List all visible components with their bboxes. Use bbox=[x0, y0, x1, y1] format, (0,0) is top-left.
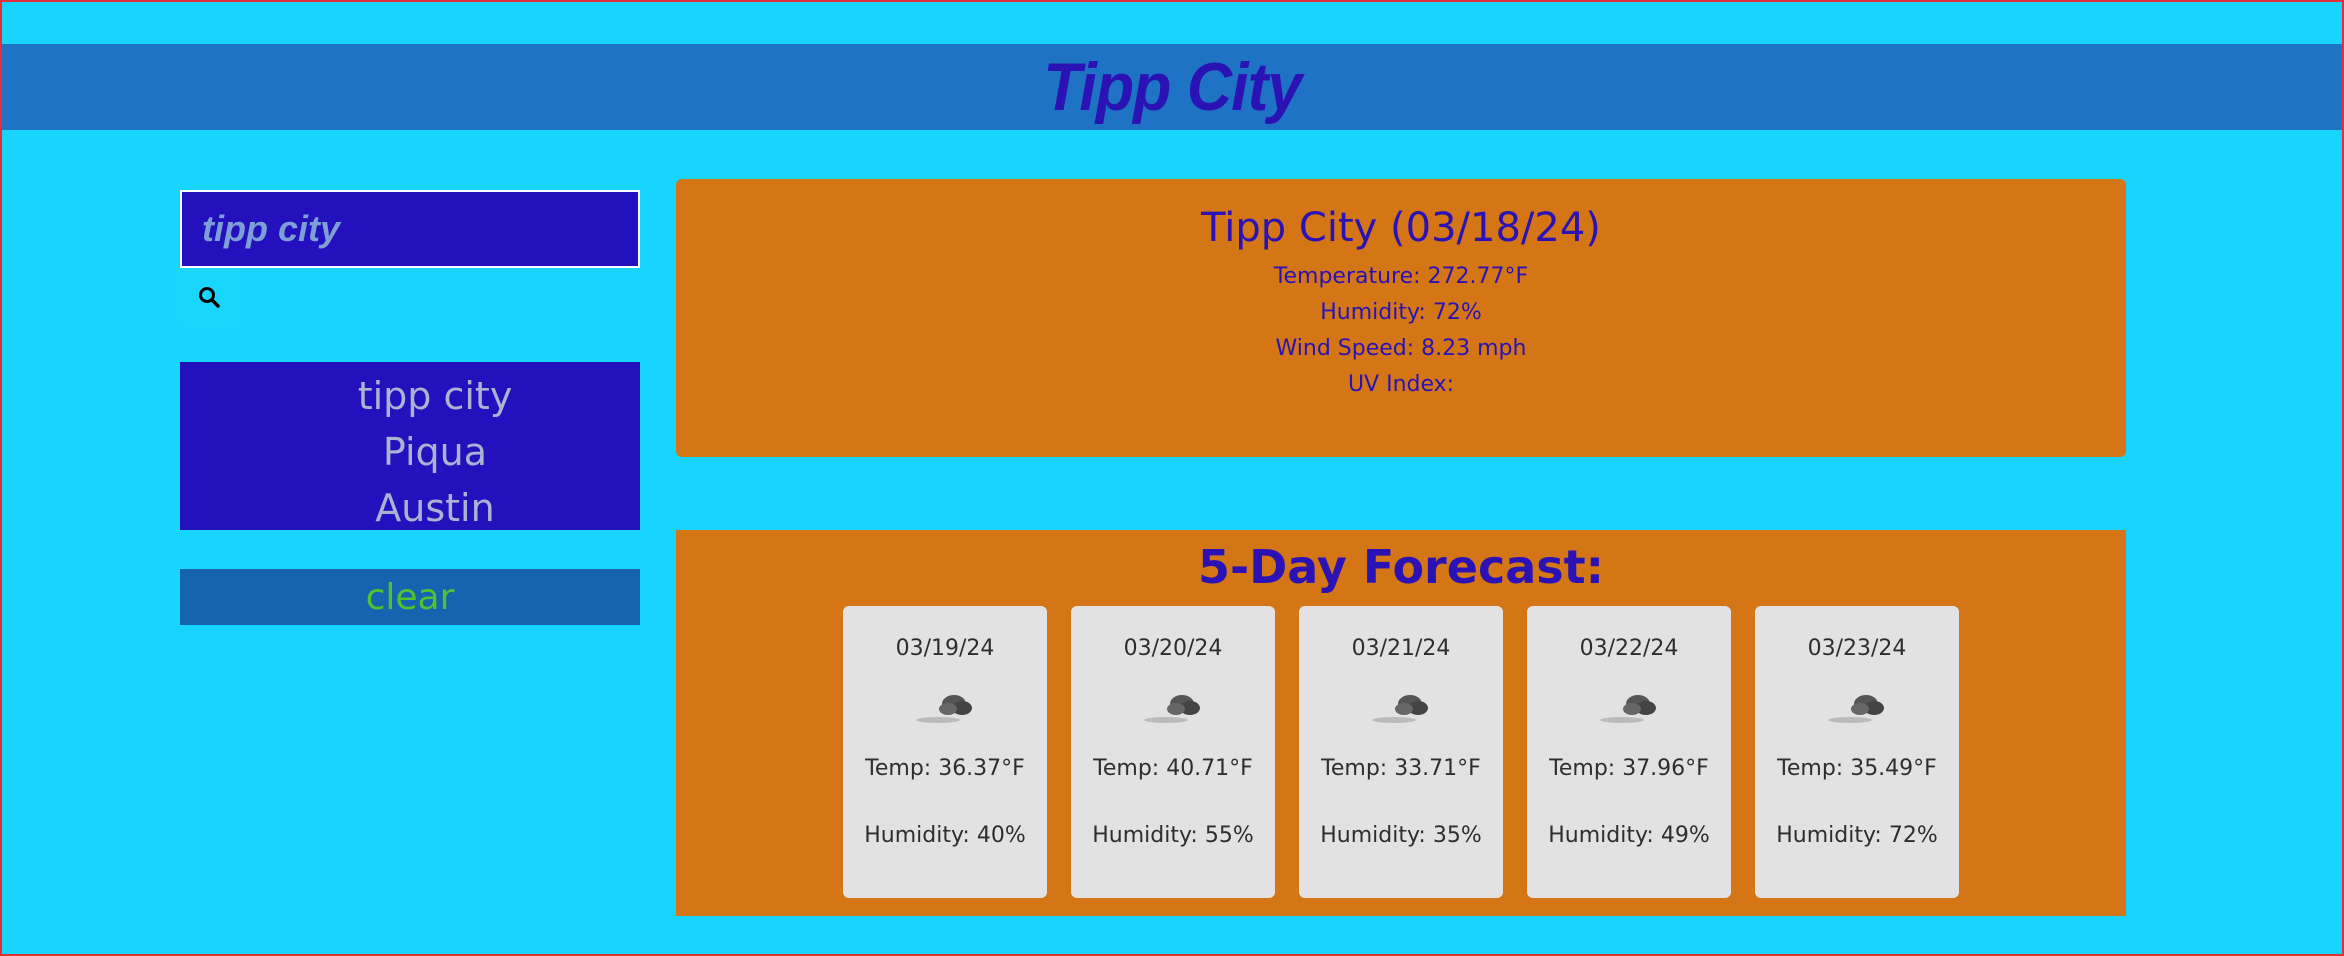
history-item-piqua[interactable]: Piqua bbox=[333, 424, 487, 480]
current-uv-index: UV Index: bbox=[1347, 372, 1455, 397]
forecast-date: 03/21/24 bbox=[1351, 636, 1451, 661]
forecast-date: 03/22/24 bbox=[1579, 636, 1679, 661]
forecast-humidity: Humidity: 40% bbox=[864, 823, 1026, 848]
forecast-date: 03/23/24 bbox=[1807, 636, 1907, 661]
forecast-cards: 03/19/24 Temp: 36.37°F Humidity: 40% 03/… bbox=[843, 606, 1959, 898]
page-title: Tipp City bbox=[1042, 49, 1302, 125]
forecast-temp: Temp: 40.71°F bbox=[1093, 756, 1253, 781]
cloud-icon bbox=[1828, 695, 1884, 723]
cloud-icon bbox=[1372, 695, 1428, 723]
forecast-date: 03/20/24 bbox=[1123, 636, 1223, 661]
history-item-austin[interactable]: Austin bbox=[325, 480, 494, 536]
current-wind-speed: Wind Speed: 8.23 mph bbox=[1275, 336, 1527, 361]
cloud-icon bbox=[1144, 695, 1200, 723]
forecast-heading: 5-Day Forecast: bbox=[1197, 540, 1605, 594]
forecast-temp: Temp: 36.37°F bbox=[865, 756, 1025, 781]
search-icon bbox=[199, 287, 220, 308]
forecast-humidity: Humidity: 35% bbox=[1320, 823, 1482, 848]
search-input[interactable]: tipp city bbox=[180, 190, 640, 268]
search-button[interactable] bbox=[180, 270, 238, 324]
search-history-list: tipp city Piqua Austin bbox=[180, 362, 640, 530]
forecast-humidity: Humidity: 72% bbox=[1776, 823, 1938, 848]
forecast-card: 03/19/24 Temp: 36.37°F Humidity: 40% bbox=[843, 606, 1047, 898]
forecast-date: 03/19/24 bbox=[895, 636, 995, 661]
forecast-temp: Temp: 37.96°F bbox=[1549, 756, 1709, 781]
history-item-tipp-city[interactable]: tipp city bbox=[308, 368, 513, 424]
forecast-humidity: Humidity: 49% bbox=[1548, 823, 1710, 848]
clear-button[interactable]: clear bbox=[180, 569, 640, 625]
current-temperature: Temperature: 272.77°F bbox=[1273, 264, 1529, 289]
cloud-icon bbox=[916, 695, 972, 723]
forecast-card: 03/23/24 Temp: 35.49°F Humidity: 72% bbox=[1755, 606, 1959, 898]
forecast-card: 03/20/24 Temp: 40.71°F Humidity: 55% bbox=[1071, 606, 1275, 898]
forecast-temp: Temp: 33.71°F bbox=[1321, 756, 1481, 781]
forecast-humidity: Humidity: 55% bbox=[1092, 823, 1254, 848]
cloud-icon bbox=[1600, 695, 1656, 723]
forecast-panel: 5-Day Forecast: 03/19/24 Temp: 36.37°F H… bbox=[676, 530, 2126, 916]
forecast-card: 03/21/24 Temp: 33.71°F Humidity: 35% bbox=[1299, 606, 1503, 898]
page-header: Tipp City bbox=[2, 44, 2342, 130]
current-humidity: Humidity: 72% bbox=[1320, 300, 1482, 325]
forecast-card: 03/22/24 Temp: 37.96°F Humidity: 49% bbox=[1527, 606, 1731, 898]
current-weather-panel: Tipp City (03/18/24) Temperature: 272.77… bbox=[676, 179, 2126, 457]
forecast-temp: Temp: 35.49°F bbox=[1777, 756, 1937, 781]
current-weather-title: Tipp City (03/18/24) bbox=[1201, 205, 1601, 251]
